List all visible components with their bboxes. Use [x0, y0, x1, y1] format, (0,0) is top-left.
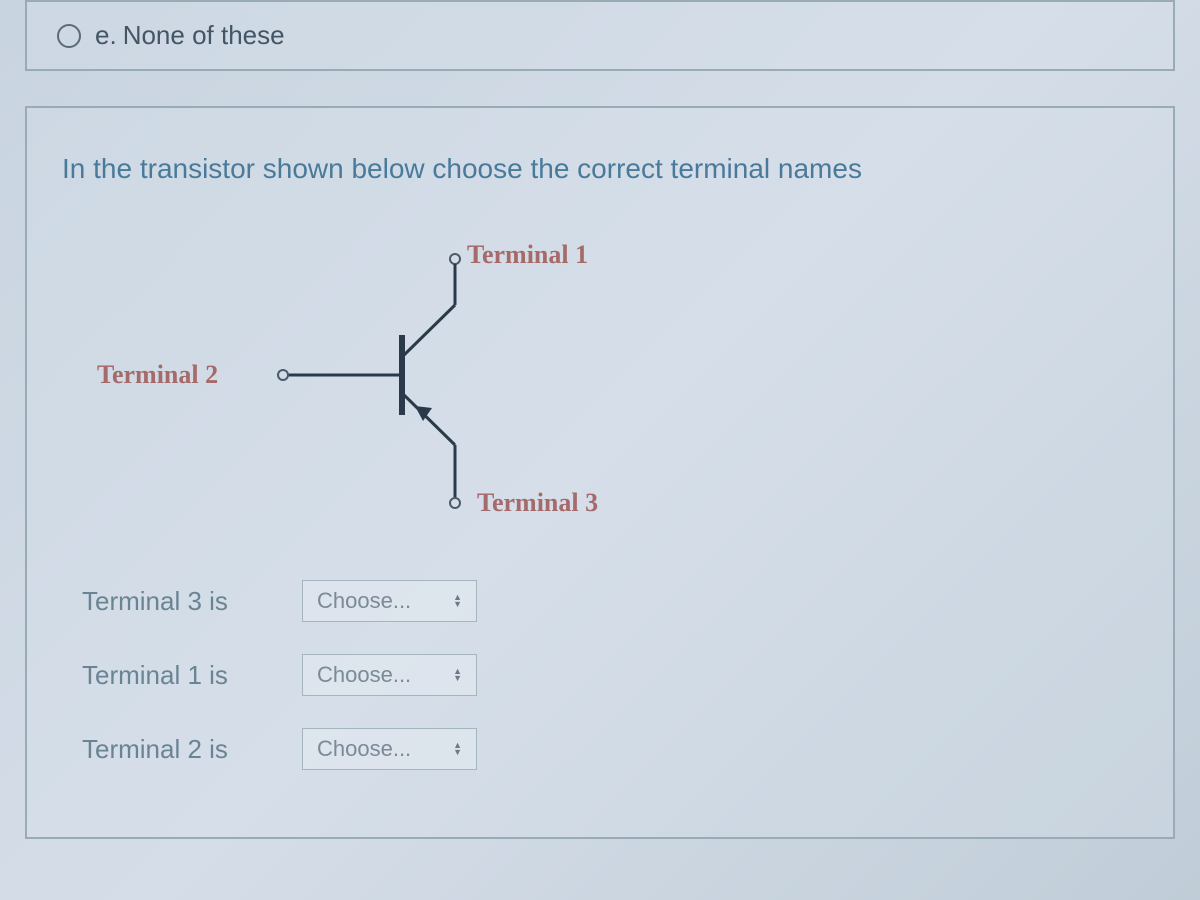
answer-row-terminal-3: Terminal 3 is Choose... ▲▼: [82, 580, 1138, 622]
updown-icon: ▲▼: [453, 594, 462, 608]
select-terminal-1[interactable]: Choose... ▲▼: [302, 654, 477, 696]
question-box: In the transistor shown below choose the…: [25, 106, 1175, 839]
updown-icon: ▲▼: [453, 742, 462, 756]
select-placeholder: Choose...: [317, 588, 411, 614]
transistor-diagram: Terminal 1 Terminal 2 Terminal 3: [82, 240, 1138, 560]
select-terminal-2[interactable]: Choose... ▲▼: [302, 728, 477, 770]
radio-icon[interactable]: [57, 24, 81, 48]
question-prompt: In the transistor shown below choose the…: [62, 153, 1138, 185]
answer-label: Terminal 3 is: [82, 586, 272, 617]
select-terminal-3[interactable]: Choose... ▲▼: [302, 580, 477, 622]
option-e-text: None of these: [123, 20, 285, 51]
terminal-2-label: Terminal 2: [97, 360, 218, 390]
answer-row-terminal-1: Terminal 1 is Choose... ▲▼: [82, 654, 1138, 696]
select-placeholder: Choose...: [317, 662, 411, 688]
updown-icon: ▲▼: [453, 668, 462, 682]
option-e-row[interactable]: e. None of these: [57, 20, 1143, 51]
terminal-1-label: Terminal 1: [467, 240, 588, 270]
option-e-letter: e.: [95, 20, 117, 51]
select-placeholder: Choose...: [317, 736, 411, 762]
answer-row-terminal-2: Terminal 2 is Choose... ▲▼: [82, 728, 1138, 770]
answer-label: Terminal 2 is: [82, 734, 272, 765]
previous-question-box: e. None of these: [25, 0, 1175, 71]
answer-rows: Terminal 3 is Choose... ▲▼ Terminal 1 is…: [82, 580, 1138, 770]
answer-label: Terminal 1 is: [82, 660, 272, 691]
transistor-symbol-icon: [277, 245, 477, 525]
terminal-3-label: Terminal 3: [477, 488, 598, 518]
